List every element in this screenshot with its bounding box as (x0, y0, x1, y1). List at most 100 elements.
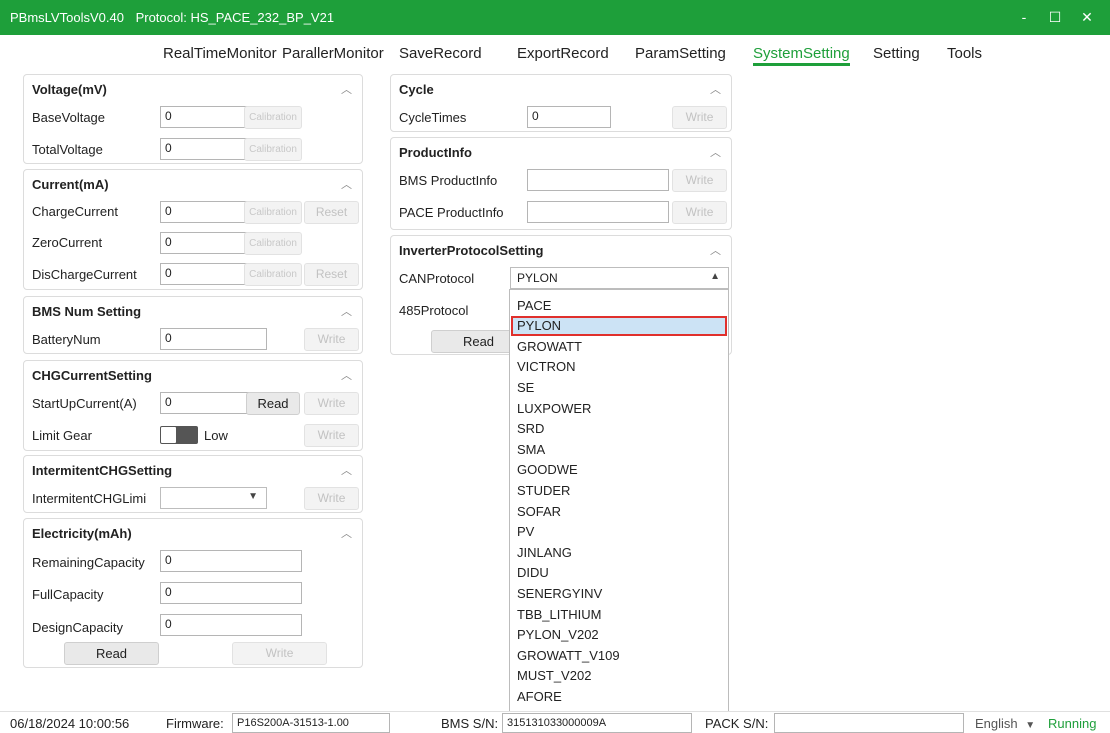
language-select[interactable]: English ▼ (975, 716, 1035, 731)
dropdown-option-pylon-v202[interactable]: PYLON_V202 (511, 625, 727, 645)
battery-num-label: BatteryNum (32, 332, 101, 347)
remaining-capacity-label: RemainingCapacity (32, 555, 145, 570)
product-info-panel: ProductInfo ︿ BMS ProductInfo Write PACE… (390, 137, 732, 230)
pace-product-info-write-button[interactable]: Write (672, 201, 727, 224)
collapse-icon[interactable]: ︿ (341, 303, 352, 319)
electricity-panel: Electricity(mAh) ︿ RemainingCapacity 0 F… (23, 518, 363, 668)
collapse-icon[interactable]: ︿ (710, 144, 721, 160)
dropdown-option-se[interactable]: SE (511, 378, 727, 398)
tab-tools[interactable]: Tools (947, 45, 982, 62)
dropdown-option-tbb-lithium[interactable]: TBB_LITHIUM (511, 605, 727, 625)
dropdown-option-growatt[interactable]: GROWATT (511, 337, 727, 357)
pace-product-info-label: PACE ProductInfo (399, 205, 504, 220)
can-protocol-dropdown: PACE PYLON GROWATT VICTRON SE LUXPOWER S… (509, 289, 729, 713)
electricity-panel-title: Electricity(mAh) (32, 526, 132, 541)
bms-product-info-input[interactable] (527, 169, 669, 191)
design-capacity-input[interactable]: 0 (160, 614, 302, 636)
collapse-icon[interactable]: ︿ (341, 525, 352, 541)
dropdown-arrow-icon: ▼ (248, 491, 258, 502)
cycle-panel: Cycle ︿ CycleTimes 0 Write (390, 74, 732, 132)
dropdown-option-jinlang[interactable]: JINLANG (511, 543, 727, 563)
dropdown-option-senergyinv[interactable]: SENERGYINV (511, 584, 727, 604)
can-protocol-select[interactable]: PYLON ▲ (510, 267, 729, 289)
language-value: English (975, 716, 1018, 731)
battery-num-write-button[interactable]: Write (304, 328, 359, 351)
startup-current-write-button[interactable]: Write (304, 392, 359, 415)
intermittent-chg-limit-select[interactable]: ▼ (160, 487, 267, 509)
bms-product-info-write-button[interactable]: Write (672, 169, 727, 192)
language-arrow-icon: ▼ (1025, 720, 1036, 731)
collapse-icon[interactable]: ︿ (710, 81, 721, 97)
base-voltage-calibration-button[interactable]: Calibration (244, 106, 302, 129)
total-voltage-calibration-button[interactable]: Calibration (244, 138, 302, 161)
tab-system-setting[interactable]: SystemSetting (753, 45, 850, 66)
dropdown-option-pace[interactable]: PACE (511, 296, 727, 316)
tab-export-record[interactable]: ExportRecord (517, 45, 609, 62)
chg-current-panel-title: CHGCurrentSetting (32, 368, 152, 383)
pace-product-info-input[interactable] (527, 201, 669, 223)
collapse-icon[interactable]: ︿ (341, 81, 352, 97)
electricity-write-button[interactable]: Write (232, 642, 327, 665)
dropdown-option-growatt-v109[interactable]: GROWATT_V109 (511, 646, 727, 666)
protocol-label: Protocol: HS_PACE_232_BP_V21 (135, 10, 335, 25)
dropdown-option-pv[interactable]: PV (511, 522, 727, 542)
limit-gear-write-button[interactable]: Write (304, 424, 359, 447)
startup-current-label: StartUpCurrent(A) (32, 396, 137, 411)
dropdown-arrow-up-icon: ▲ (710, 271, 720, 282)
can-protocol-value: PYLON (517, 271, 558, 285)
dropdown-option-srd[interactable]: SRD (511, 419, 727, 439)
dropdown-option-sma[interactable]: SMA (511, 440, 727, 460)
dropdown-option-goodwe[interactable]: GOODWE (511, 460, 727, 480)
intermittent-chg-write-button[interactable]: Write (304, 487, 359, 510)
intermittent-chg-limit-label: IntermitentCHGLimi (32, 491, 147, 506)
zero-current-calibration-button[interactable]: Calibration (244, 232, 302, 255)
dropdown-option-must-v202[interactable]: MUST_V202 (511, 666, 727, 686)
startup-current-read-button[interactable]: Read (246, 392, 300, 415)
tab-setting[interactable]: Setting (873, 45, 920, 62)
cycle-times-input[interactable]: 0 (527, 106, 611, 128)
full-capacity-input[interactable]: 0 (160, 582, 302, 604)
collapse-icon[interactable]: ︿ (710, 242, 721, 258)
tab-param-setting[interactable]: ParamSetting (635, 45, 726, 62)
bms-num-panel-title: BMS Num Setting (32, 304, 142, 319)
dropdown-option-pylon[interactable]: PYLON (511, 316, 727, 336)
discharge-current-reset-button[interactable]: Reset (304, 263, 359, 286)
dropdown-option-sofar[interactable]: SOFAR (511, 502, 727, 522)
maximize-button[interactable]: ☐ (1044, 7, 1066, 27)
minimize-button[interactable]: - (1013, 7, 1035, 27)
bms-sn-label: BMS S/N: (441, 716, 499, 731)
battery-num-input[interactable]: 0 (160, 328, 267, 350)
tab-realtime-monitor[interactable]: RealTimeMonitor (163, 45, 277, 62)
firmware-label: Firmware: (166, 716, 224, 731)
dropdown-option-didu[interactable]: DIDU (511, 563, 727, 583)
remaining-capacity-input[interactable]: 0 (160, 550, 302, 572)
dropdown-option-victron[interactable]: VICTRON (511, 357, 727, 377)
cycle-write-button[interactable]: Write (672, 106, 727, 129)
toggle-knob (161, 427, 176, 443)
bms-sn-value: 315131033000009A (502, 713, 692, 733)
app-name: PBmsLVToolsV0.40 (10, 10, 124, 25)
collapse-icon[interactable]: ︿ (341, 176, 352, 192)
current-panel: Current(mA) ︿ ChargeCurrent 0 Calibratio… (23, 169, 363, 290)
discharge-current-label: DisChargeCurrent (32, 267, 137, 282)
status-bar: 06/18/2024 10:00:56 Firmware: P16S200A-3… (0, 711, 1110, 733)
collapse-icon[interactable]: ︿ (341, 462, 352, 478)
dropdown-option-afore[interactable]: AFORE (511, 687, 727, 707)
tab-save-record[interactable]: SaveRecord (399, 45, 482, 62)
current-panel-title: Current(mA) (32, 177, 109, 192)
bms-product-info-label: BMS ProductInfo (399, 173, 498, 188)
charge-current-label: ChargeCurrent (32, 204, 118, 219)
dropdown-option-studer[interactable]: STUDER (511, 481, 727, 501)
window-title: PBmsLVToolsV0.40 Protocol: HS_PACE_232_B… (10, 10, 342, 25)
collapse-icon[interactable]: ︿ (341, 367, 352, 383)
close-button[interactable]: ✕ (1076, 7, 1098, 27)
discharge-current-calibration-button[interactable]: Calibration (244, 263, 302, 286)
electricity-read-button[interactable]: Read (64, 642, 159, 665)
base-voltage-label: BaseVoltage (32, 110, 106, 125)
charge-current-reset-button[interactable]: Reset (304, 201, 359, 224)
pack-sn-value (774, 713, 964, 733)
charge-current-calibration-button[interactable]: Calibration (244, 201, 302, 224)
limit-gear-toggle[interactable] (160, 426, 198, 444)
tab-paraller-monitor[interactable]: ParallerMonitor (282, 45, 384, 62)
dropdown-option-luxpower[interactable]: LUXPOWER (511, 399, 727, 419)
